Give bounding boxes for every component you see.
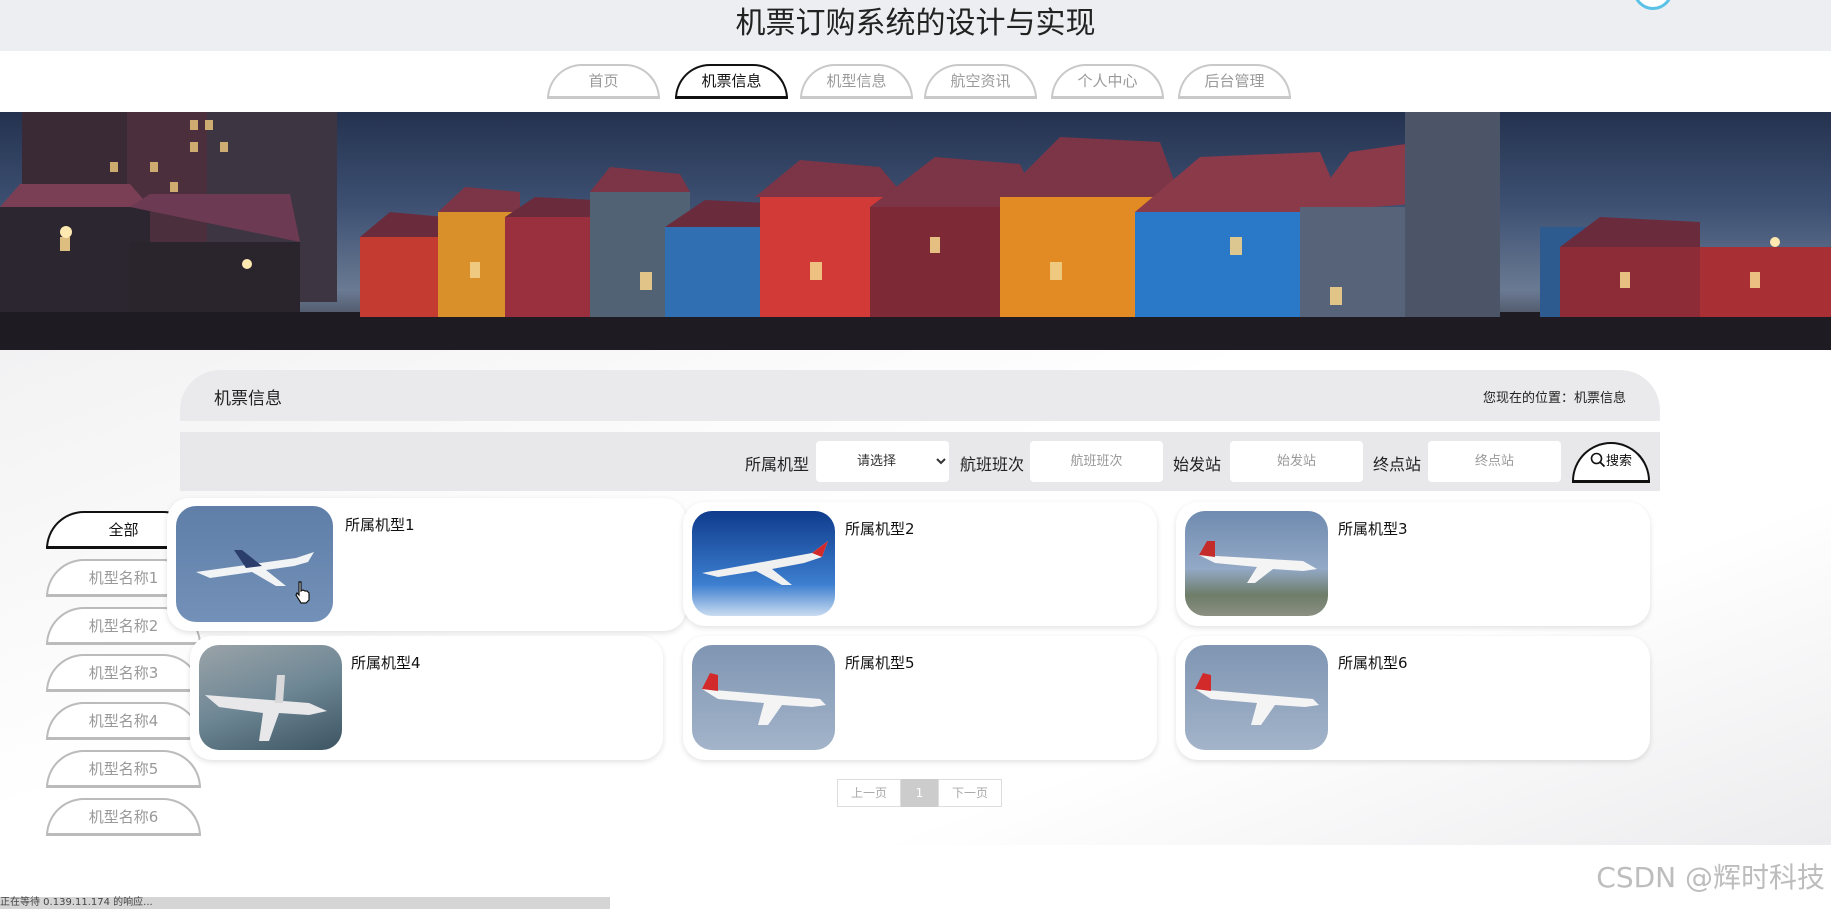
card-title: 所属机型6 <box>1338 654 1408 672</box>
filter-type-5[interactable]: 机型名称5 <box>46 750 201 788</box>
airplane-icon <box>196 550 314 586</box>
search-button-label: 搜索 <box>1605 454 1632 469</box>
banner-image <box>0 112 1831 350</box>
origin-label: 始发站 <box>1173 455 1222 474</box>
browser-status-bar: 正在等待 0.139.11.174 的响应... <box>0 897 610 909</box>
aircraft-photo[interactable] <box>1185 511 1328 616</box>
search-icon <box>1590 452 1606 468</box>
aircraft-photo[interactable] <box>1185 645 1328 750</box>
flight-number-label: 航班班次 <box>960 455 1025 474</box>
card-title: 所属机型1 <box>345 516 415 534</box>
origin-input[interactable] <box>1230 441 1363 482</box>
aircraft-type-select[interactable]: 请选择 <box>816 441 949 482</box>
ticket-card[interactable]: 所属机型1 <box>167 498 686 631</box>
ticket-card[interactable]: 所属机型2 <box>683 502 1157 626</box>
aircraft-photo[interactable] <box>176 506 333 622</box>
nav-tab-tickets[interactable]: 机票信息 <box>675 64 788 99</box>
card-title: 所属机型3 <box>1338 520 1408 538</box>
breadcrumb-label: 您现在的位置： <box>1482 391 1574 406</box>
search-bar: 所属机型 请选择 航班班次 始发站 终点站 搜索 <box>180 432 1660 491</box>
flight-number-input[interactable] <box>1030 441 1163 482</box>
card-title: 所属机型2 <box>845 520 915 538</box>
watermark: CSDN @辉时科技 <box>1596 861 1825 894</box>
nav-tab-home[interactable]: 首页 <box>547 64 660 99</box>
nav-tab-aviation-news[interactable]: 航空资讯 <box>924 64 1037 99</box>
breadcrumb-current[interactable]: 机票信息 <box>1574 391 1626 406</box>
nav-tab-admin[interactable]: 后台管理 <box>1178 64 1291 99</box>
section-header: 机票信息 您现在的位置：机票信息 <box>180 370 1660 421</box>
airplane-icon <box>702 673 826 725</box>
airplane-icon <box>205 675 327 741</box>
destination-label: 终点站 <box>1373 455 1422 474</box>
ticket-card[interactable]: 所属机型5 <box>683 636 1157 760</box>
nav-tab-profile[interactable]: 个人中心 <box>1051 64 1164 99</box>
site-title: 机票订购系统的设计与实现 <box>735 6 1096 41</box>
banner-houses-illustration <box>0 112 1831 350</box>
section-title: 机票信息 <box>214 389 282 409</box>
filter-type-3[interactable]: 机型名称3 <box>46 654 201 692</box>
airplane-icon <box>1199 541 1317 583</box>
ticket-card[interactable]: 所属机型6 <box>1176 636 1650 760</box>
ticket-card[interactable]: 所属机型4 <box>190 636 663 760</box>
breadcrumb: 您现在的位置：机票信息 <box>1483 387 1626 406</box>
airplane-icon <box>1195 673 1319 725</box>
page: 机票订购系统的设计与实现 首页 机票信息 机型信息 航空资讯 个人中心 后台管理 <box>0 0 1831 909</box>
aircraft-photo[interactable] <box>692 511 835 616</box>
filter-type-6[interactable]: 机型名称6 <box>46 798 201 836</box>
main-nav: 首页 机票信息 机型信息 航空资讯 个人中心 后台管理 <box>0 51 1831 112</box>
filter-type-4[interactable]: 机型名称4 <box>46 702 201 740</box>
nav-tab-aircraft[interactable]: 机型信息 <box>800 64 913 99</box>
destination-input[interactable] <box>1428 441 1561 482</box>
search-button[interactable]: 搜索 <box>1572 442 1650 483</box>
aircraft-type-label: 所属机型 <box>745 455 810 474</box>
card-title: 所属机型5 <box>845 654 915 672</box>
page-number-current[interactable]: 1 <box>901 779 938 807</box>
aircraft-photo[interactable] <box>199 645 342 750</box>
aircraft-photo[interactable] <box>692 645 835 750</box>
airplane-icon <box>702 541 828 585</box>
site-header: 机票订购系统的设计与实现 <box>0 0 1831 51</box>
prev-page-button[interactable]: 上一页 <box>837 779 901 807</box>
next-page-button[interactable]: 下一页 <box>938 779 1002 807</box>
hand-cursor-icon <box>295 581 310 604</box>
card-title: 所属机型4 <box>351 654 421 672</box>
ticket-card[interactable]: 所属机型3 <box>1176 502 1650 626</box>
